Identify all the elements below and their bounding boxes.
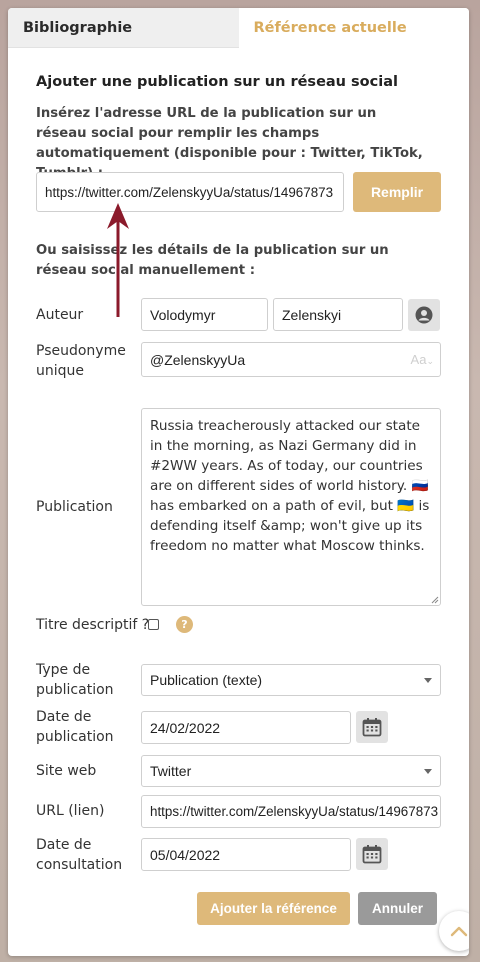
tab-bibliographie[interactable]: Bibliographie	[8, 8, 239, 48]
url-link-label: URL (lien)	[36, 803, 105, 819]
section-title: Ajouter une publication sur un réseau so…	[36, 74, 398, 90]
calendar-icon	[362, 718, 382, 737]
annotation-arrow	[107, 203, 129, 317]
calendar-icon	[362, 845, 382, 864]
fill-button[interactable]: Remplir	[353, 172, 441, 212]
pub-type-label: Type de publication	[36, 662, 114, 698]
handle-label: Pseudonyme unique	[36, 343, 126, 379]
chevron-down-icon	[424, 769, 432, 774]
add-reference-button[interactable]: Ajouter la référence	[197, 892, 350, 925]
pub-date-input[interactable]: 24/02/2022	[141, 711, 351, 744]
website-value: Twitter	[150, 763, 192, 779]
url-autofill-input[interactable]: https://twitter.com/ZelenskyyUa/status/1…	[36, 172, 344, 212]
user-circle-icon	[415, 306, 433, 324]
author-label: Auteur	[36, 307, 84, 323]
access-date-input[interactable]: 05/04/2022	[141, 838, 351, 871]
publication-textarea[interactable]: Russia treacherously attacked our state …	[141, 408, 441, 606]
tab-reference-actuelle[interactable]: Référence actuelle	[238, 8, 469, 48]
author-last-name-input[interactable]: Zelenskyi	[273, 298, 403, 331]
url-link-input[interactable]: https://twitter.com/ZelenskyyUa/status/1…	[141, 795, 441, 828]
author-first-name-input[interactable]: Volodymyr	[141, 298, 268, 331]
reference-panel: Bibliographie Référence actuelle Ajouter…	[8, 8, 469, 956]
help-icon[interactable]: ?	[176, 616, 193, 633]
text-format-label: Aa	[410, 352, 427, 367]
pub-type-select[interactable]: Publication (texte)	[141, 664, 441, 696]
chevron-up-icon	[450, 926, 468, 937]
publication-label: Publication	[36, 499, 113, 515]
author-person-button[interactable]	[408, 299, 440, 331]
website-label: Site web	[36, 763, 97, 779]
access-date-label: Date de consultation	[36, 837, 123, 873]
tab-bar: Bibliographie Référence actuelle	[8, 8, 469, 48]
pub-date-calendar-button[interactable]	[356, 711, 388, 743]
descriptive-title-label: Titre descriptif ?	[36, 617, 150, 633]
handle-input[interactable]: @ZelenskyyUa Aa⌄	[141, 342, 441, 377]
chevron-down-icon	[424, 678, 432, 683]
access-date-calendar-button[interactable]	[356, 838, 388, 870]
handle-value: @ZelenskyyUa	[150, 351, 246, 368]
pub-type-value: Publication (texte)	[150, 672, 263, 688]
resize-handle-icon[interactable]	[431, 596, 439, 604]
website-select[interactable]: Twitter	[141, 755, 441, 787]
scroll-to-top-button[interactable]	[439, 911, 469, 951]
cancel-button[interactable]: Annuler	[358, 892, 437, 925]
text-format-icon[interactable]: Aa⌄	[411, 352, 434, 367]
pub-date-label: Date de publication	[36, 709, 114, 745]
descriptive-title-checkbox[interactable]	[148, 619, 159, 630]
manual-instructions: Ou saisissez les détails de la publicati…	[36, 243, 389, 278]
